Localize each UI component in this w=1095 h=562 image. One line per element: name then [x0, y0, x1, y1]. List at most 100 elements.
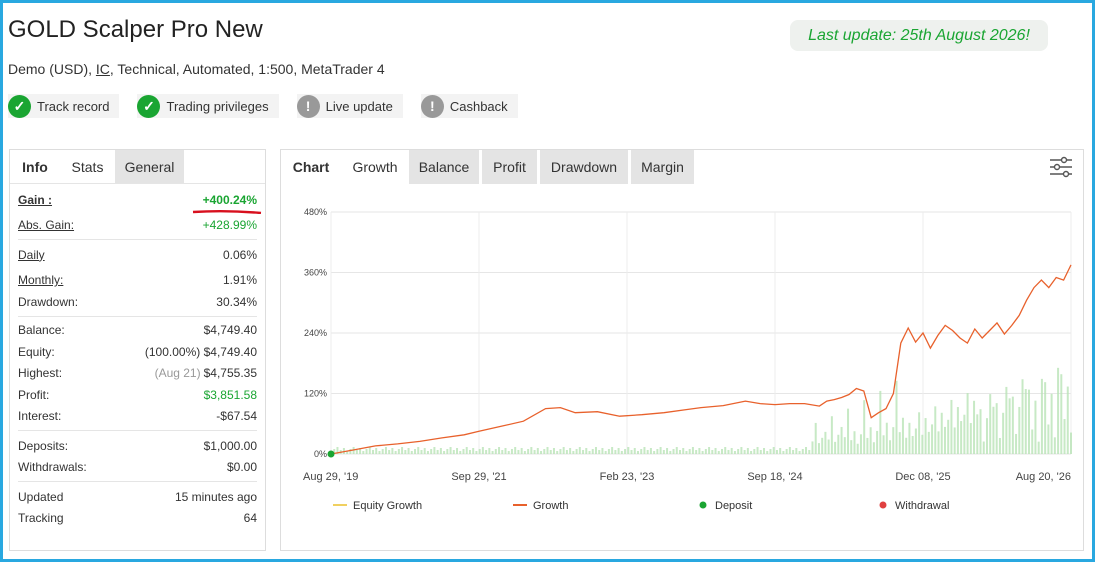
activity-bar — [701, 451, 704, 454]
stat-label[interactable]: Monthly: — [18, 273, 63, 287]
activity-bar — [459, 451, 462, 454]
activity-bar — [565, 450, 568, 454]
activity-bar — [604, 451, 607, 454]
activity-bar — [578, 447, 581, 454]
activity-bar — [468, 450, 471, 454]
stat-value: $4,755.35 — [203, 366, 257, 381]
y-tick-label: 0% — [314, 449, 327, 459]
activity-bar — [372, 450, 375, 454]
activity-bar — [498, 447, 501, 454]
tab-general[interactable]: General — [115, 150, 184, 183]
badge-cashback[interactable]: ! Cashback — [420, 94, 518, 118]
stat-tracking: Tracking 64 — [18, 508, 257, 530]
subtitle-suffix: , Technical, Automated, 1:500, MetaTrade… — [109, 61, 385, 77]
activity-bar — [672, 449, 675, 454]
badge-label: Trading privileges — [166, 98, 269, 114]
x-tick-label: Sep 18, '24 — [747, 471, 802, 483]
activity-bar — [1053, 437, 1056, 454]
growth-series-line — [330, 264, 1072, 455]
activity-bar — [834, 441, 837, 454]
activity-bar — [575, 449, 578, 454]
tab-margin[interactable]: Margin — [631, 150, 694, 184]
activity-bar — [649, 448, 652, 454]
activity-bar — [918, 412, 921, 454]
activity-bar — [847, 408, 850, 454]
activity-bar — [879, 390, 882, 454]
activity-bar — [688, 449, 691, 454]
stat-label: Interest: — [18, 409, 62, 424]
activity-bar — [691, 447, 694, 454]
activity-bar — [627, 447, 630, 454]
activity-bar — [414, 449, 417, 454]
stat-value: $4,749.40 — [203, 323, 257, 338]
tab-stats[interactable]: Stats — [60, 150, 115, 183]
account-subtitle: Demo (USD), IC, Technical, Automated, 1:… — [8, 61, 385, 77]
activity-bar — [475, 451, 478, 454]
activity-bar — [417, 447, 420, 454]
activity-bar — [934, 406, 937, 454]
growth-chart: 0% 120% 240% 360% 480% Aug 29, '19 Sep 29, '21… — [303, 207, 1072, 512]
sliders-icon[interactable] — [1049, 156, 1073, 178]
activity-bar — [682, 448, 685, 454]
activity-bar — [675, 447, 678, 454]
activity-bar — [669, 451, 672, 454]
activity-bar — [992, 406, 995, 454]
activity-bar — [598, 450, 601, 454]
activity-bar — [892, 427, 895, 454]
tab-profit[interactable]: Profit — [482, 150, 537, 184]
activity-bar — [540, 451, 543, 454]
activity-bar — [905, 437, 908, 454]
stat-label: Deposits: — [18, 438, 69, 453]
activity-bar — [640, 449, 643, 454]
activity-bar — [805, 447, 808, 454]
activity-bar — [407, 448, 410, 454]
activity-bar — [1008, 398, 1011, 454]
tab-info[interactable]: Info — [10, 150, 60, 183]
activity-bar — [756, 447, 759, 454]
badge-label: Live update — [325, 98, 393, 114]
activity-bar — [611, 447, 614, 454]
tab-balance[interactable]: Balance — [409, 150, 479, 184]
activity-bar — [633, 448, 636, 454]
activity-bar — [704, 449, 707, 454]
activity-bar — [456, 448, 459, 454]
activity-bar — [956, 407, 959, 454]
stat-value: $4,749.40 — [203, 344, 257, 359]
stat-label[interactable]: Daily — [18, 248, 45, 262]
badge-live-update[interactable]: ! Live update — [296, 94, 403, 118]
stat-value: 15 minutes ago — [174, 489, 257, 504]
activity-bar — [620, 451, 623, 454]
activity-bar — [821, 437, 824, 454]
activity-bar — [1002, 412, 1005, 454]
activity-bar — [404, 450, 407, 454]
x-tick-label: Dec 08, '25 — [895, 471, 950, 483]
activity-bar — [727, 450, 730, 454]
activity-bar — [491, 451, 494, 454]
activity-bar — [989, 394, 992, 454]
activity-bar — [998, 437, 1001, 454]
activity-bar — [494, 449, 497, 454]
badge-trading-privileges[interactable]: ✓ Trading privileges — [137, 94, 279, 118]
tab-drawdown[interactable]: Drawdown — [540, 150, 628, 184]
stat-value: $0.00 — [226, 460, 257, 475]
stat-label[interactable]: Abs. Gain: — [18, 218, 74, 232]
y-tick-label: 360% — [304, 268, 327, 278]
tab-growth[interactable]: Growth — [341, 150, 409, 184]
stat-label[interactable]: Gain : — [18, 193, 52, 207]
tab-chart[interactable]: Chart — [281, 150, 341, 184]
activity-bar — [766, 451, 769, 454]
activity-bar — [824, 431, 827, 454]
broker-link[interactable]: IC — [96, 61, 110, 77]
activity-bar — [617, 448, 620, 454]
activity-bar — [889, 440, 892, 454]
stat-equity: Equity: (100.00%) $4,749.40 — [18, 341, 257, 363]
badge-track-record[interactable]: ✓ Track record — [8, 94, 120, 118]
activity-bar — [436, 450, 439, 454]
activity-bar — [446, 449, 449, 454]
stat-value-wrap: (Aug 21) $4,755.35 — [155, 366, 257, 380]
activity-bar — [1066, 386, 1069, 454]
activity-bar — [462, 449, 465, 454]
activity-bar — [1027, 389, 1030, 454]
stat-updated: Updated 15 minutes ago — [18, 486, 257, 508]
legend-label: Growth — [533, 500, 568, 512]
